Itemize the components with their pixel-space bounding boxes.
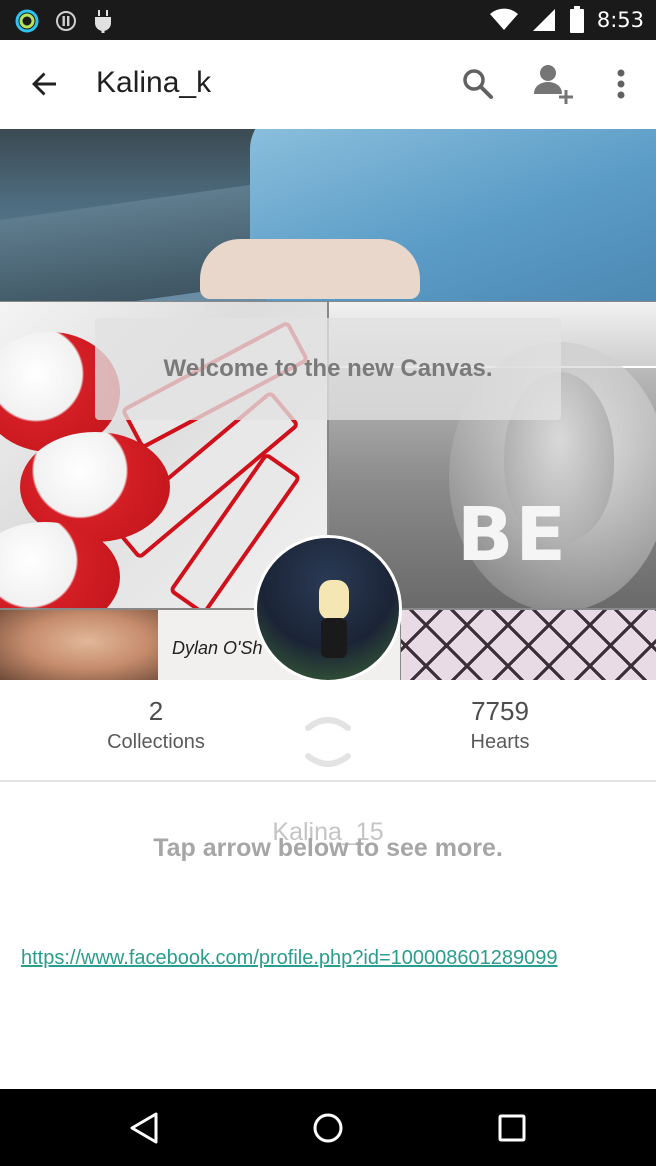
status-time: 8:53	[596, 8, 644, 32]
page-title: Kalina_k	[96, 66, 212, 99]
hearts-stat[interactable]: 7759 Hearts	[410, 696, 590, 754]
android-debug-icon	[95, 10, 111, 33]
avatar-figure-shape	[319, 580, 349, 620]
dylan-photo-shape	[0, 610, 158, 680]
welcome-banner-text: Welcome to the new Canvas.	[163, 355, 493, 382]
facebook-profile-link[interactable]: https://www.facebook.com/profile.php?id=…	[21, 947, 558, 970]
welcome-banner: Welcome to the new Canvas.	[95, 318, 561, 420]
cover-tile-jacket-photo	[0, 129, 656, 301]
expand-arrow-icon[interactable]	[302, 714, 354, 770]
profile-stats: 2 Collections 7759 Hearts	[0, 680, 656, 780]
hearts-label: Hearts	[470, 731, 530, 753]
home-nav-icon[interactable]	[308, 1108, 348, 1148]
collections-label: Collections	[107, 731, 205, 753]
recents-nav-icon[interactable]	[492, 1108, 532, 1148]
ring-notification-icon	[15, 9, 39, 33]
more-vert-icon[interactable]	[606, 64, 636, 104]
search-icon[interactable]	[458, 64, 498, 104]
tap-arrow-hint: Tap arrow below to see more.	[153, 834, 503, 862]
add-user-icon[interactable]	[530, 60, 578, 108]
pause-circle-icon	[56, 11, 76, 31]
collections-count: 2	[148, 696, 164, 726]
status-bar: 8:53	[0, 0, 656, 40]
signal-icon	[532, 9, 555, 31]
back-nav-icon[interactable]	[124, 1108, 164, 1148]
status-bar-right: 8:53	[489, 0, 644, 40]
dylan-caption: Dylan O'Sh	[172, 638, 263, 658]
system-nav-bar	[0, 1089, 656, 1166]
profile-avatar[interactable]	[254, 535, 402, 683]
be-yourself-text: BE	[457, 492, 568, 578]
avatar-legs-shape	[321, 618, 347, 658]
profile-bio: Kalina_15 Tap arrow below to see more. h…	[0, 782, 656, 1089]
hearts-count: 7759	[471, 696, 529, 726]
hands-shape	[200, 239, 420, 299]
wifi-icon	[489, 8, 518, 30]
back-arrow-icon[interactable]	[24, 64, 64, 104]
app-bar: Kalina_k	[0, 40, 656, 129]
battery-icon	[569, 6, 584, 33]
collections-stat[interactable]: 2 Collections	[66, 696, 246, 754]
cover-tile-fabric-photo	[401, 610, 656, 680]
status-bar-left-icons	[14, 8, 114, 34]
